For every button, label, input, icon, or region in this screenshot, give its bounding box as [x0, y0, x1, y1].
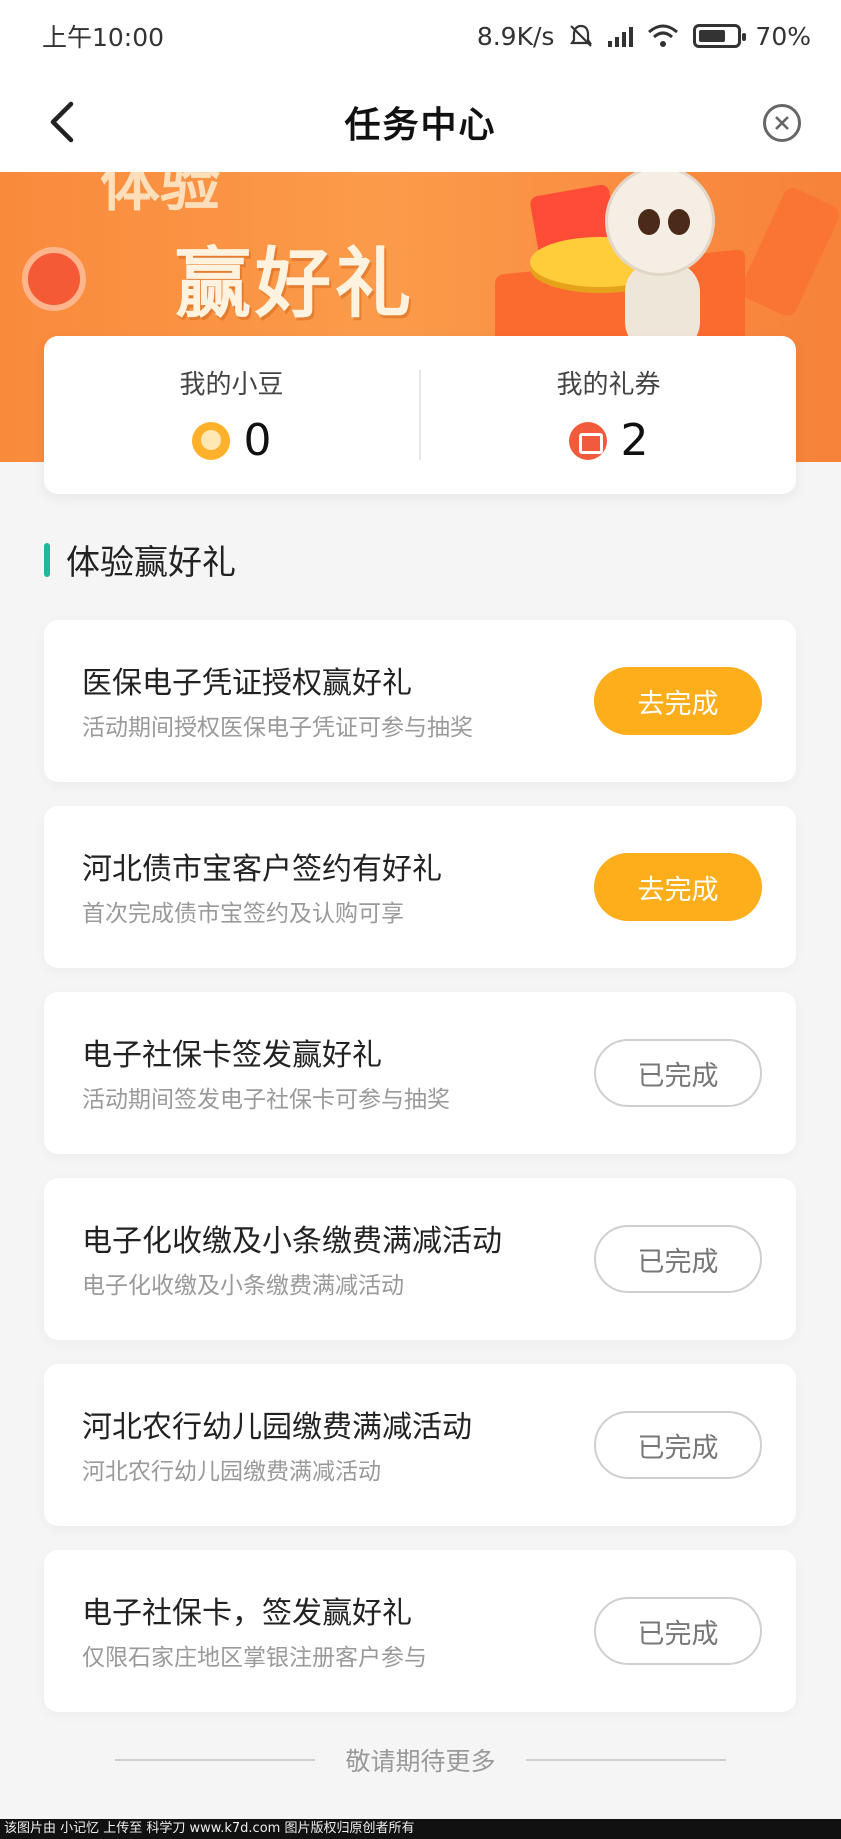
my-beans[interactable]: 我的小豆 0: [44, 364, 419, 466]
completed-button[interactable]: 已完成: [594, 1225, 762, 1293]
battery-fill: [699, 30, 725, 42]
banner-title: 赢好礼: [175, 239, 415, 328]
completed-button[interactable]: 已完成: [594, 1597, 762, 1665]
footer-divider: [525, 1759, 726, 1761]
task-desc: 首次完成债市宝签约及认购可享: [82, 901, 404, 927]
section-title-text: 体验赢好礼: [66, 543, 236, 583]
footer: 敬请期待更多: [0, 1742, 841, 1778]
task-title: 河北债市宝客户签约有好礼: [82, 852, 442, 887]
banner-title-cut: 体验: [100, 172, 220, 220]
task-title: 医保电子凭证授权赢好礼: [82, 666, 412, 701]
task-card: 电子社保卡，签发赢好礼 仅限石家庄地区掌银注册客户参与 已完成: [44, 1550, 796, 1712]
section-title: 体验赢好礼: [44, 535, 236, 584]
back-button[interactable]: [34, 94, 90, 150]
status-bar: 上午10:00 8.9K/s 70%: [0, 0, 841, 72]
summary-card: 我的小豆 0 我的礼券 2: [44, 336, 796, 494]
task-title: 电子社保卡，签发赢好礼: [82, 1596, 412, 1631]
status-time: 上午10:00: [42, 23, 165, 52]
red-envelope-coin-icon: [22, 247, 86, 311]
battery-percent: 70%: [755, 21, 811, 51]
bell-muted-icon: [570, 24, 593, 47]
beans-value: 0: [243, 415, 272, 466]
wifi-icon: [648, 24, 679, 47]
task-title: 电子化收缴及小条缴费满减活动: [82, 1224, 502, 1259]
completed-button[interactable]: 已完成: [594, 1039, 762, 1107]
net-speed: 8.9K/s: [476, 21, 555, 51]
beans-label: 我的小豆: [179, 370, 284, 400]
task-card: 电子社保卡签发赢好礼 活动期间签发电子社保卡可参与抽奖 已完成: [44, 992, 796, 1154]
task-desc: 活动期间授权医保电子凭证可参与抽奖: [82, 715, 473, 741]
bean-coin-icon: [191, 421, 230, 460]
coupons-value: 2: [620, 415, 649, 466]
completed-button[interactable]: 已完成: [594, 1411, 762, 1479]
my-coupons[interactable]: 我的礼券 2: [421, 364, 796, 466]
go-complete-button[interactable]: 去完成: [594, 853, 762, 921]
task-desc: 河北农行幼儿园缴费满减活动: [82, 1459, 381, 1485]
task-desc: 仅限石家庄地区掌银注册客户参与: [82, 1645, 427, 1671]
nav-bar: 任务中心: [0, 72, 841, 172]
footer-text: 敬请期待更多: [345, 1747, 496, 1776]
close-button[interactable]: [763, 104, 801, 142]
task-title: 电子社保卡签发赢好礼: [82, 1038, 382, 1073]
status-icons: 8.9K/s 70%: [477, 22, 811, 51]
task-desc: 活动期间签发电子社保卡可参与抽奖: [82, 1087, 450, 1113]
task-title: 河北农行幼儿园缴费满减活动: [82, 1410, 472, 1445]
go-complete-button[interactable]: 去完成: [594, 667, 762, 735]
task-card: 河北农行幼儿园缴费满减活动 河北农行幼儿园缴费满减活动 已完成: [44, 1364, 796, 1526]
battery-icon: [693, 24, 747, 48]
watermark-text: 该图片由 小记忆 上传至 科学刀 www.k7d.com 图片版权归原创者所有: [0, 1819, 841, 1839]
task-desc: 电子化收缴及小条缴费满减活动: [82, 1273, 404, 1299]
task-card: 河北债市宝客户签约有好礼 首次完成债市宝签约及认购可享 去完成: [44, 806, 796, 968]
ribbon-decoration: [737, 184, 841, 320]
page-title: 任务中心: [344, 105, 497, 146]
close-icon: [775, 116, 789, 130]
signal-icon: [608, 25, 634, 47]
coupon-icon: [568, 421, 607, 460]
task-card: 电子化收缴及小条缴费满减活动 电子化收缴及小条缴费满减活动 已完成: [44, 1178, 796, 1340]
chevron-left-icon: [50, 101, 74, 143]
footer-divider: [115, 1759, 316, 1761]
coupons-label: 我的礼券: [556, 370, 661, 400]
task-card: 医保电子凭证授权赢好礼 活动期间授权医保电子凭证可参与抽奖 去完成: [44, 620, 796, 782]
section-marker: [44, 542, 50, 577]
